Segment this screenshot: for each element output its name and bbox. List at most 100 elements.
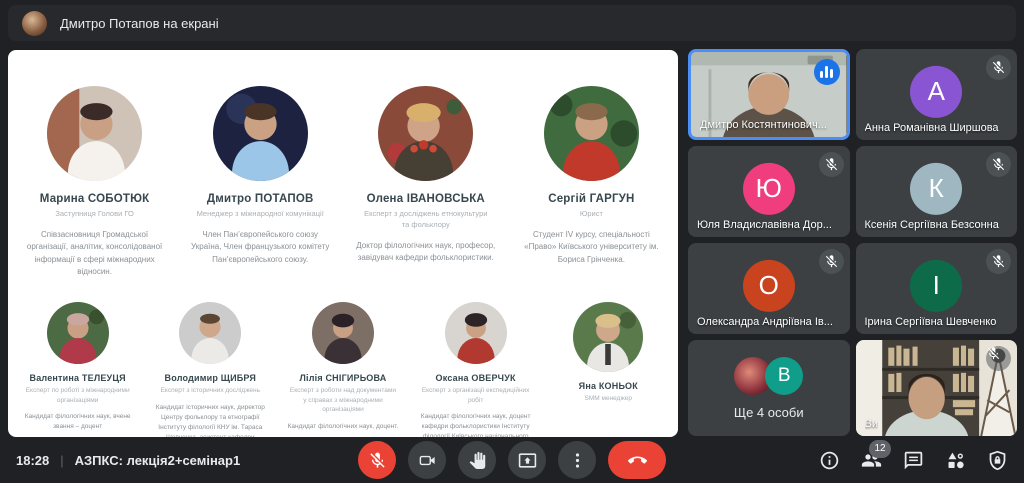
avatar-initial: К bbox=[929, 173, 944, 204]
participant-tile[interactable]: К Ксенія Сергіївна Безсонна bbox=[856, 146, 1018, 237]
camera-button[interactable] bbox=[408, 441, 446, 479]
mic-muted-icon bbox=[819, 152, 844, 177]
raise-hand-button[interactable] bbox=[458, 441, 496, 479]
participants-panel: Дмитро Костянтинович... А Анна Романівна… bbox=[688, 49, 1017, 437]
avatar-initial: В bbox=[778, 365, 791, 387]
person-role: Експерт по роботі з міжнародними організ… bbox=[24, 386, 132, 405]
person-role: Експерт з історичних досліджень bbox=[161, 386, 260, 395]
mini-avatars: В bbox=[734, 357, 803, 395]
mic-muted-icon bbox=[986, 55, 1011, 80]
mic-muted-icon bbox=[986, 346, 1011, 371]
self-view-tile[interactable]: Ви bbox=[856, 340, 1018, 436]
participant-name: Ксенія Сергіївна Безсонна bbox=[865, 219, 999, 231]
participant-tile[interactable]: А Анна Романівна Ширшова bbox=[856, 49, 1018, 140]
person-name: Марина СОБОТЮК bbox=[40, 193, 150, 205]
person-role: Заступниця Голови ГО bbox=[55, 209, 133, 220]
meeting-details-button[interactable] bbox=[819, 450, 840, 471]
raise-hand-icon bbox=[468, 451, 487, 470]
profile-photo bbox=[47, 86, 142, 181]
profile-photo bbox=[47, 302, 109, 364]
team-card: Марина СОБОТЮК Заступниця Голови ГО Спів… bbox=[16, 86, 174, 278]
chat-icon bbox=[903, 450, 924, 471]
participant-name: Ірина Сергіївна Шевченко bbox=[865, 316, 997, 328]
person-name: Яна КОНЬОК bbox=[579, 381, 638, 391]
participant-tile[interactable]: І Ірина Сергіївна Шевченко bbox=[856, 243, 1018, 334]
person-role: Експерт з роботи над документами у справ… bbox=[289, 386, 397, 414]
person-name: Олена ІВАНОВСЬКА bbox=[367, 193, 485, 205]
participants-count-badge: 12 bbox=[869, 440, 891, 458]
profile-photo bbox=[179, 302, 241, 364]
participant-name: Юля Владиславівна Дор... bbox=[697, 219, 832, 231]
presenting-banner: Дмитро Потапов на екрані bbox=[8, 5, 1016, 41]
profile-photo bbox=[378, 86, 473, 181]
profile-photo bbox=[544, 86, 639, 181]
person-role: Експерт з досліджень етнокультури та фол… bbox=[361, 209, 491, 231]
person-bio: Кандидат історичних наук, директор Центр… bbox=[154, 403, 266, 437]
meeting-name: АЗПКС: лекція2+семінар1 bbox=[75, 453, 241, 468]
activities-button[interactable] bbox=[945, 450, 966, 471]
avatar-initial: І bbox=[933, 270, 940, 301]
more-options-button[interactable] bbox=[558, 441, 596, 479]
team-row-2: Валентина ТЕЛЕУЦЯ Експерт по роботі з мі… bbox=[8, 302, 678, 437]
info-icon bbox=[819, 450, 840, 471]
person-bio: Доктор філологічних наук, професор, заві… bbox=[355, 240, 497, 265]
meeting-info: 18:28 | АЗПКС: лекція2+семінар1 bbox=[16, 437, 240, 483]
team-card: Валентина ТЕЛЕУЦЯ Експерт по роботі з мі… bbox=[15, 302, 141, 437]
clock-time: 18:28 bbox=[16, 453, 49, 468]
participant-avatar: Ю bbox=[743, 162, 795, 214]
shared-screen: Марина СОБОТЮК Заступниця Голови ГО Спів… bbox=[8, 50, 678, 437]
present-screen-button[interactable] bbox=[508, 441, 546, 479]
person-bio: Кандидат філологічних наук, вчене звання… bbox=[22, 412, 134, 432]
team-card: Сергій ГАРГУН Юрист Студент IV курсу, сп… bbox=[512, 86, 670, 278]
person-bio: Кандидат філологічних наук, доцент кафед… bbox=[420, 412, 532, 437]
participant-avatar: К bbox=[910, 162, 962, 214]
mic-muted-icon bbox=[986, 249, 1011, 274]
overflow-content: В Ще 4 особи bbox=[688, 340, 850, 436]
participants-button[interactable]: 12 bbox=[861, 450, 882, 471]
person-name: Володимир ЩИБРЯ bbox=[165, 373, 257, 383]
mini-avatar-initial: В bbox=[765, 357, 803, 395]
participant-avatar: І bbox=[910, 259, 962, 311]
end-call-button[interactable] bbox=[608, 441, 666, 479]
person-role: Юрист bbox=[580, 209, 603, 220]
participant-avatar: А bbox=[910, 65, 962, 117]
presenting-banner-text: Дмитро Потапов на екрані bbox=[60, 16, 219, 31]
host-controls-button[interactable] bbox=[987, 450, 1008, 471]
profile-photo bbox=[573, 302, 643, 372]
person-name: Валентина ТЕЛЕУЦЯ bbox=[30, 373, 126, 383]
overflow-label: Ще 4 особи bbox=[734, 405, 804, 420]
person-bio: Член Пан’європейського союзу Україна, Чл… bbox=[189, 229, 331, 266]
speaking-indicator-icon bbox=[814, 59, 840, 85]
present-screen-icon bbox=[518, 451, 537, 470]
person-name: Дмитро ПОТАПОВ bbox=[207, 193, 314, 205]
participant-name: Ви bbox=[865, 418, 878, 430]
person-bio: Співзасновниця Громадської організації, … bbox=[24, 229, 166, 279]
person-name: Оксана ОВЕРЧУК bbox=[436, 373, 516, 383]
participant-tile[interactable]: Ю Юля Владиславівна Дор... bbox=[688, 146, 850, 237]
participant-name: Дмитро Костянтинович... bbox=[700, 119, 827, 131]
microphone-off-icon bbox=[368, 451, 387, 470]
team-card: Олена ІВАНОВСЬКА Експерт з досліджень ет… bbox=[347, 86, 505, 278]
camera-icon bbox=[418, 451, 437, 470]
avatar-initial: О bbox=[759, 270, 779, 301]
overflow-participants-tile[interactable]: В Ще 4 особи bbox=[688, 340, 850, 436]
person-role: Експерт з організації експедиційних робі… bbox=[422, 386, 530, 405]
divider: | bbox=[60, 453, 63, 468]
bottom-bar: 18:28 | АЗПКС: лекція2+семінар1 12 bbox=[0, 437, 1024, 483]
participant-tile[interactable]: О Олександра Андріївна Ів... bbox=[688, 243, 850, 334]
team-card: Яна КОНЬОК SMM менеджер bbox=[545, 302, 671, 437]
participant-name: Олександра Андріївна Ів... bbox=[697, 316, 833, 328]
microphone-off-button[interactable] bbox=[358, 441, 396, 479]
profile-photo bbox=[445, 302, 507, 364]
participant-tile-video[interactable]: Дмитро Костянтинович... bbox=[688, 49, 850, 140]
team-card: Дмитро ПОТАПОВ Менеджер з міжнародної ко… bbox=[181, 86, 339, 278]
team-row-1: Марина СОБОТЮК Заступниця Голови ГО Спів… bbox=[8, 86, 678, 278]
end-call-icon bbox=[628, 451, 647, 470]
person-name: Сергій ГАРГУН bbox=[548, 193, 634, 205]
person-role: Менеджер з міжнародної комунікації bbox=[197, 209, 324, 220]
avatar-initial: Ю bbox=[756, 173, 782, 204]
more-options-icon bbox=[568, 451, 587, 470]
chat-button[interactable] bbox=[903, 450, 924, 471]
person-role: SMM менеджер bbox=[585, 394, 633, 403]
participant-name: Анна Романівна Ширшова bbox=[865, 122, 999, 134]
